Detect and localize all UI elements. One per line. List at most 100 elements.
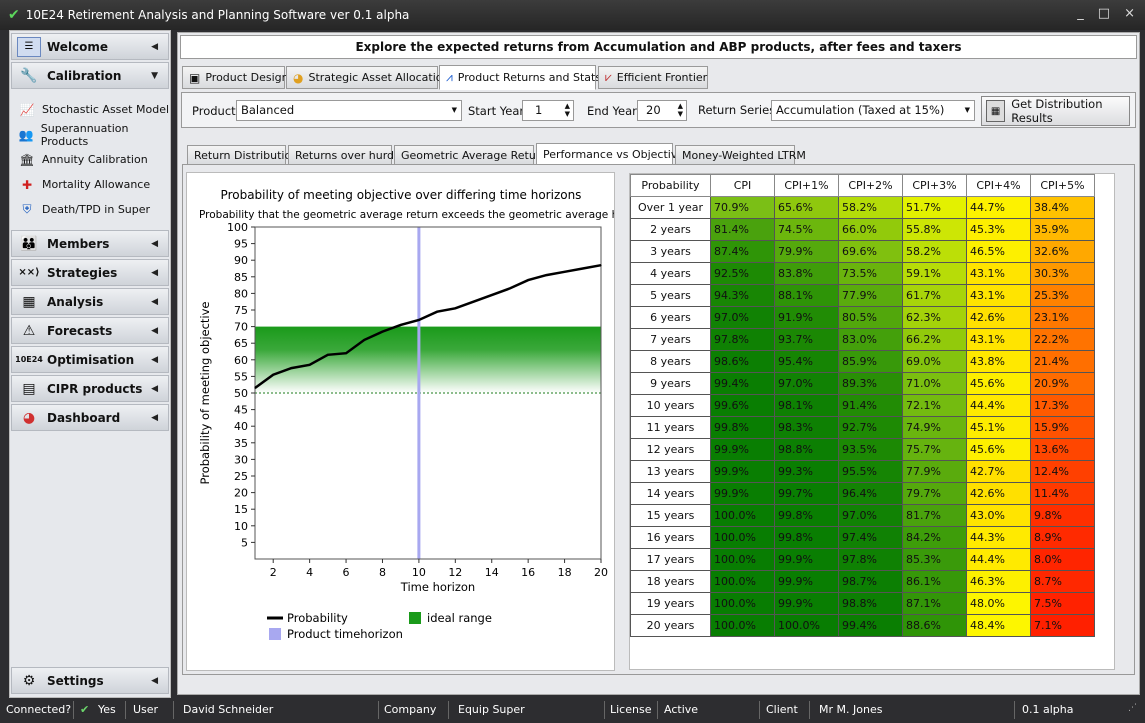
row-label: 18 years: [630, 570, 711, 593]
legend-ideal-range-swatch: [409, 612, 421, 624]
x-tick-label: 16: [521, 566, 535, 579]
maximize-button[interactable]: □: [1098, 6, 1110, 21]
table-cell: 69.6%: [838, 240, 903, 263]
license-value: Active: [664, 703, 699, 716]
table-cell: 62.3%: [902, 306, 967, 329]
minimize-button[interactable]: _: [1077, 6, 1084, 21]
table-cell: 74.5%: [774, 218, 839, 241]
sidebar-group-forecasts[interactable]: ⚠ Forecasts ◀: [11, 317, 169, 344]
tab-efficient-frontier[interactable]: ⩗ Efficient Frontier: [598, 66, 708, 89]
table-cell: 55.8%: [902, 218, 967, 241]
row-label: 2 years: [630, 218, 711, 241]
chevron-left-icon: ◀: [151, 238, 158, 249]
sidebar-group-dashboard[interactable]: ◕ Dashboard ◀: [11, 404, 169, 431]
table-cell: 44.4%: [966, 548, 1031, 571]
sidebar-item-death-tpd[interactable]: ⛨ Death/TPD in Super: [10, 197, 170, 222]
analysis-icon: ▦: [22, 293, 36, 310]
tab-return-distribution[interactable]: Return Distribution: [187, 145, 298, 165]
resize-grip-icon[interactable]: ⋰: [1128, 703, 1137, 713]
tab-product-returns-and-stats[interactable]: ⩘ Product Returns and Stats: [439, 65, 601, 90]
tab-performance-vs-objectives[interactable]: Performance vs Objectives: [536, 143, 690, 166]
sidebar-item-annuity-calibration[interactable]: 🏛 Annuity Calibration: [10, 147, 170, 172]
table-cell: 83.8%: [774, 262, 839, 285]
table-cell: 91.9%: [774, 306, 839, 329]
probability-point: [436, 311, 438, 313]
table-cell: 100.0%: [710, 526, 775, 549]
table-row: 17 years 100.0% 99.9% 97.8% 85.3% 44.4% 8.0%: [630, 548, 1095, 571]
divider: [125, 701, 126, 719]
table-cell: 38.4%: [1030, 196, 1095, 219]
table-row: 19 years 100.0% 99.9% 98.8% 87.1% 48.0% 7.5%: [630, 592, 1095, 615]
sidebar-group-members[interactable]: 👪 Members ◀: [11, 230, 169, 257]
dashboard-icon: ◕: [22, 409, 36, 426]
toolbar: Product Balanced ▼ Start Year 1 ▲ ▼ End Y…: [181, 92, 1136, 128]
sidebar-item-mortality-allowance[interactable]: ✚ Mortality Allowance: [10, 172, 170, 197]
y-tick-label: 20: [234, 487, 248, 500]
table-cell: 97.0%: [838, 504, 903, 527]
objectives-table-panel: Probability CPI CPI+1% CPI+2% CPI+3% CPI+4% CP…: [629, 173, 1115, 670]
sidebar-group-welcome[interactable]: ☰ Welcome ◀: [11, 33, 169, 60]
table-row: 5 years 94.3% 88.1% 77.9% 61.7% 43.1% 25.3%: [630, 284, 1095, 307]
table-header-cell: CPI+1%: [774, 174, 839, 197]
table-cell: 86.1%: [902, 570, 967, 593]
sidebar-item-label: Stochastic Asset Model: [42, 103, 170, 116]
sidebar-group-calibration[interactable]: 🔧 Calibration ▼: [11, 62, 169, 89]
tab-geometric-average-returns[interactable]: Geometric Average Returns: [394, 145, 553, 165]
row-label: 19 years: [630, 592, 711, 615]
sidebar-group-optimisation[interactable]: 10E24 Optimisation ◀: [11, 346, 169, 373]
row-label: 16 years: [630, 526, 711, 549]
sidebar-group-label: Optimisation: [47, 352, 135, 367]
optimisation-icon: 10E24: [15, 355, 43, 364]
settings-sliders-icon: ⚙: [22, 672, 36, 689]
sidebar-group-strategies[interactable]: ⨯⨯⟩ Strategies ◀: [11, 259, 169, 286]
probability-point: [400, 324, 402, 326]
tab-product-design[interactable]: ▣ Product Design: [182, 66, 289, 89]
close-button[interactable]: ×: [1124, 6, 1135, 21]
spinner-arrows-icon[interactable]: ▲ ▼: [565, 102, 570, 118]
sidebar-item-stochastic-asset-model[interactable]: 📈 Stochastic Asset Model: [10, 97, 170, 122]
x-tick-label: 6: [343, 566, 350, 579]
table-cell: 45.1%: [966, 416, 1031, 439]
sidebar-group-cipr-products[interactable]: ▤ CIPR products ◀: [11, 375, 169, 402]
product-timehorizon-marker: [417, 227, 421, 559]
product-select[interactable]: Balanced ▼: [236, 100, 462, 121]
user-label: User: [133, 703, 159, 716]
x-tick-label: 18: [558, 566, 572, 579]
return-series-select[interactable]: Accumulation (Taxed at 15%) ▼: [771, 100, 975, 121]
spinner-arrows-icon[interactable]: ▲ ▼: [678, 102, 683, 118]
tab-money-weighted-ltrm[interactable]: Money-Weighted LTRM: [675, 145, 806, 165]
objectives-table: Probability CPI CPI+1% CPI+2% CPI+3% CPI+4% CP…: [630, 174, 1095, 637]
table-cell: 45.6%: [966, 372, 1031, 395]
divider: [759, 701, 760, 719]
table-cell: 51.7%: [902, 196, 967, 219]
start-year-stepper[interactable]: 1 ▲ ▼: [522, 100, 574, 121]
table-header-cell: CPI+4%: [966, 174, 1031, 197]
end-year-stepper[interactable]: 20 ▲ ▼: [637, 100, 687, 121]
sidebar-group-settings[interactable]: ⚙ Settings ◀: [11, 667, 169, 694]
table-cell: 98.8%: [774, 438, 839, 461]
sidebar-item-superannuation-products[interactable]: 👥 Superannuation Products: [10, 122, 170, 148]
table-row: 20 years 100.0% 100.0% 99.4% 88.6% 48.4% 7.1%: [630, 614, 1095, 637]
table-cell: 21.4%: [1030, 350, 1095, 373]
connected-value: Yes: [98, 703, 116, 716]
chevron-left-icon: ◀: [151, 325, 158, 336]
sidebar-group-analysis[interactable]: ▦ Analysis ◀: [11, 288, 169, 315]
table-header-cell: CPI+3%: [902, 174, 967, 197]
window-title: 10E24 Retirement Analysis and Planning S…: [25, 8, 410, 22]
get-distribution-results-button[interactable]: ▦ Get Distribution Results: [981, 96, 1130, 126]
probability-point: [582, 267, 584, 270]
tab-strategic-asset-allocation[interactable]: ◕ Strategic Asset Allocation: [286, 66, 450, 89]
table-cell: 99.8%: [710, 416, 775, 439]
sidebar-group-label: CIPR products: [47, 381, 143, 396]
table-cell: 91.4%: [838, 394, 903, 417]
tab-label: Return Distribution: [194, 148, 299, 162]
tab-returns-over-hurdle[interactable]: Returns over hurdle: [288, 145, 404, 165]
y-tick-label: 95: [234, 238, 248, 251]
chart-line-icon: 📈: [19, 102, 35, 117]
table-cell: 43.1%: [966, 284, 1031, 307]
y-tick-label: 25: [234, 470, 248, 483]
tab-label: Geometric Average Returns: [401, 148, 553, 162]
table-cell: 73.5%: [838, 262, 903, 285]
table-cell: 22.2%: [1030, 328, 1095, 351]
table-cell: 61.7%: [902, 284, 967, 307]
